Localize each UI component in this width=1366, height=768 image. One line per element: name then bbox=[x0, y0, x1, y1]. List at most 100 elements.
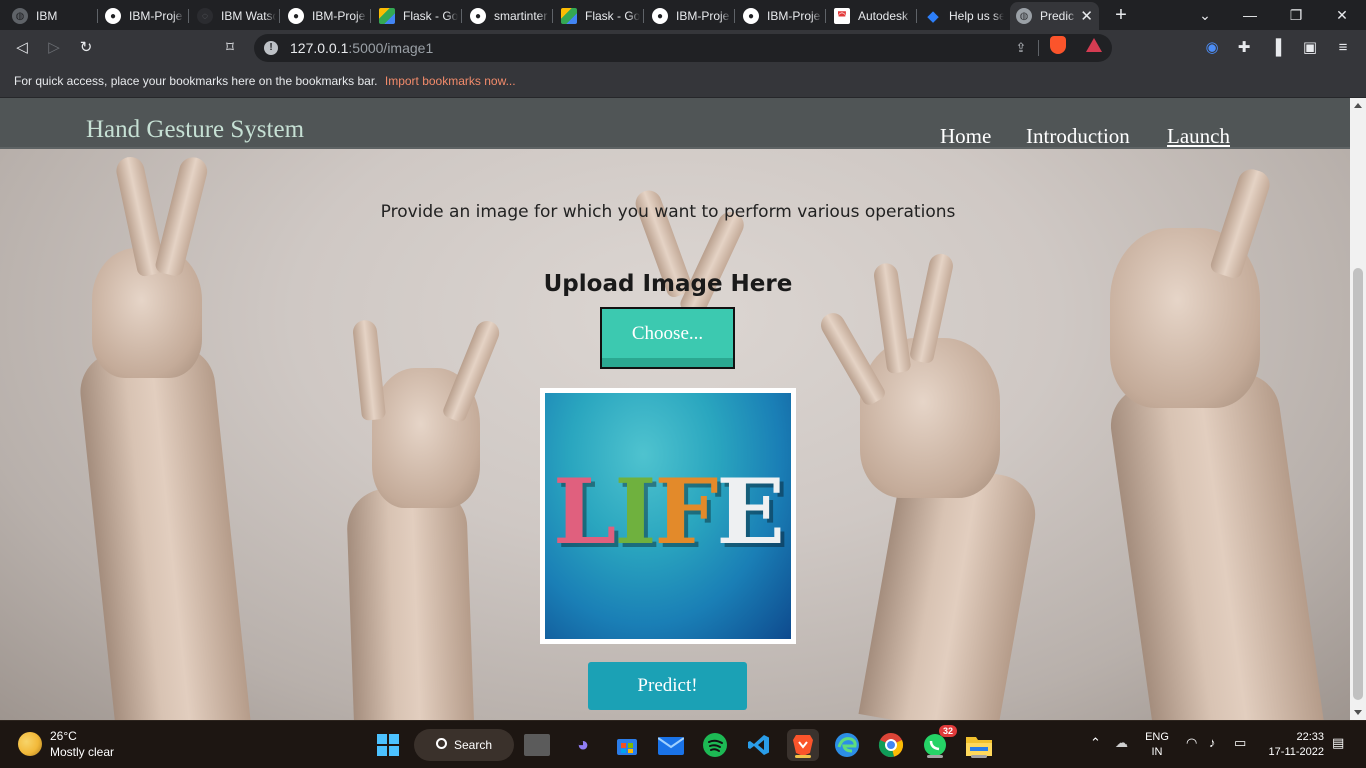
tab-title: IBM-Proje bbox=[129, 9, 183, 23]
weather-temperature[interactable]: 26°C bbox=[50, 729, 77, 743]
tab-title: IBM-Proje bbox=[676, 9, 730, 23]
tab-title: IBM-Proje bbox=[767, 9, 821, 23]
back-button[interactable]: ◁ bbox=[11, 37, 33, 59]
close-window-button[interactable]: ✕ bbox=[1326, 3, 1358, 27]
weather-moon-icon[interactable] bbox=[18, 732, 42, 756]
tab-github-1[interactable]: ● IBM-Proje bbox=[99, 2, 190, 30]
globe-icon: ◍ bbox=[12, 8, 28, 24]
scroll-down-arrow-icon[interactable] bbox=[1354, 710, 1362, 715]
show-hidden-icons-chevron-icon[interactable]: ⌃ bbox=[1090, 735, 1101, 751]
sidebar-icon[interactable]: ▐ bbox=[1265, 37, 1287, 59]
predict-button[interactable]: Predict! bbox=[588, 662, 747, 710]
choose-file-button[interactable]: Choose... bbox=[600, 307, 735, 369]
tab-title: IBM Watso bbox=[221, 9, 276, 23]
edge-icon[interactable] bbox=[831, 729, 863, 761]
restore-button[interactable]: ❐ bbox=[1280, 3, 1312, 27]
windows-logo-icon bbox=[377, 734, 399, 756]
tab-help[interactable]: ◆ Help us se bbox=[919, 2, 1010, 30]
tab-predict-active[interactable]: ◍ Predic ✕ bbox=[1010, 2, 1099, 30]
whatsapp-icon[interactable]: 32 bbox=[919, 725, 957, 761]
tab-watson[interactable]: ◌ IBM Watso bbox=[191, 2, 282, 30]
upload-title: Upload Image Here bbox=[543, 271, 793, 297]
tab-separator bbox=[97, 9, 98, 23]
bookmarks-message: For quick access, place your bookmarks h… bbox=[14, 74, 378, 88]
wallet-icon[interactable]: ▣ bbox=[1299, 37, 1321, 59]
extensions-icon[interactable]: ✚ bbox=[1233, 37, 1255, 59]
diamond-icon: ◆ bbox=[927, 8, 939, 25]
chrome-icon[interactable] bbox=[875, 729, 907, 761]
onedrive-offline-icon[interactable]: ☁ bbox=[1115, 735, 1128, 751]
tab-autodesk[interactable]: ◚ Autodesk bbox=[828, 2, 919, 30]
clock-time: 22:33 bbox=[1296, 731, 1324, 743]
google-drive-icon bbox=[379, 8, 395, 24]
windows-taskbar: 26°C Mostly clear Search ◕ 32 ⌃ ☁ ENG IN… bbox=[0, 720, 1366, 768]
new-tab-button[interactable]: + bbox=[1111, 4, 1131, 26]
tab-separator bbox=[552, 9, 553, 23]
github-icon: ● bbox=[652, 8, 668, 24]
brave-shields-icon[interactable] bbox=[1050, 36, 1066, 54]
wifi-icon[interactable]: ◠ bbox=[1186, 735, 1197, 751]
scrollbar-thumb[interactable] bbox=[1353, 268, 1363, 700]
github-icon: ● bbox=[288, 8, 304, 24]
site-brand[interactable]: Hand Gesture System bbox=[86, 116, 304, 144]
bookmark-icon[interactable]: ⌑ bbox=[219, 37, 241, 59]
preview-image: LIFE bbox=[545, 393, 791, 639]
tab-title: Flask - Go bbox=[403, 9, 458, 23]
tab-github-5[interactable]: ● IBM-Proje bbox=[737, 2, 828, 30]
nav-home-link[interactable]: Home bbox=[940, 124, 991, 149]
scroll-up-arrow-icon[interactable] bbox=[1354, 103, 1362, 108]
search-icon bbox=[436, 738, 447, 749]
spotify-icon[interactable] bbox=[699, 729, 731, 761]
language-indicator[interactable]: ENG IN bbox=[1143, 730, 1171, 760]
reload-button[interactable]: ↻ bbox=[75, 37, 97, 59]
tab-title: Flask - Go bbox=[585, 9, 640, 23]
divider bbox=[1038, 40, 1039, 56]
brave-browser-icon[interactable] bbox=[787, 729, 819, 761]
page-scrollbar[interactable] bbox=[1350, 98, 1366, 720]
file-explorer-icon[interactable] bbox=[963, 729, 995, 761]
uploaded-image-preview: LIFE bbox=[540, 388, 796, 644]
vscode-icon[interactable] bbox=[743, 729, 775, 761]
tab-ibm[interactable]: ◍ IBM bbox=[6, 2, 97, 30]
menu-icon[interactable]: ≡ bbox=[1332, 37, 1354, 59]
vpn-icon[interactable]: ◉ bbox=[1201, 37, 1223, 59]
site-navbar: Hand Gesture System Home Introduction La… bbox=[0, 98, 1350, 149]
tab-github-4[interactable]: ● IBM-Proje bbox=[646, 2, 737, 30]
tab-separator bbox=[734, 9, 735, 23]
start-button[interactable] bbox=[372, 729, 404, 761]
site-info-icon[interactable]: ! bbox=[264, 41, 278, 55]
battery-icon[interactable]: ▭ bbox=[1234, 735, 1246, 751]
tab-separator bbox=[279, 9, 280, 23]
forward-button[interactable]: ▷ bbox=[43, 37, 65, 59]
system-clock[interactable]: 22:33 17-11-2022 bbox=[1262, 730, 1324, 760]
nav-introduction-link[interactable]: Introduction bbox=[1026, 124, 1130, 149]
active-indicator bbox=[927, 755, 943, 758]
autodesk-icon: ◚ bbox=[834, 8, 850, 24]
google-drive-icon bbox=[561, 8, 577, 24]
taskbar-search[interactable]: Search bbox=[414, 729, 514, 761]
tab-title: Predic bbox=[1040, 9, 1075, 23]
weather-description[interactable]: Mostly clear bbox=[50, 745, 114, 759]
brave-rewards-icon[interactable] bbox=[1086, 38, 1102, 52]
close-tab-icon[interactable]: ✕ bbox=[1080, 7, 1093, 25]
nav-launch-link[interactable]: Launch bbox=[1167, 124, 1230, 149]
import-bookmarks-link[interactable]: Import bookmarks now... bbox=[385, 74, 516, 88]
tab-github-2[interactable]: ● IBM-Proje bbox=[282, 2, 373, 30]
minimize-button[interactable]: — bbox=[1234, 3, 1266, 27]
tab-drive-1[interactable]: Flask - Go bbox=[373, 2, 464, 30]
tab-github-3[interactable]: ● smartinter bbox=[464, 2, 555, 30]
github-icon: ● bbox=[743, 8, 759, 24]
mail-icon[interactable] bbox=[655, 729, 687, 761]
task-view-icon[interactable] bbox=[524, 734, 550, 756]
share-icon[interactable]: ⇪ bbox=[1012, 40, 1030, 56]
notifications-icon[interactable]: ▤ bbox=[1332, 735, 1344, 751]
address-bar[interactable]: ! 127.0.0.1:5000/image1 ⇪ bbox=[254, 34, 1112, 62]
teams-chat-icon[interactable]: ◕ bbox=[567, 729, 599, 761]
active-indicator bbox=[795, 755, 811, 758]
tab-separator bbox=[461, 9, 462, 23]
tab-search-chevron-icon[interactable]: ⌄ bbox=[1189, 3, 1221, 27]
tab-drive-2[interactable]: Flask - Go bbox=[555, 2, 646, 30]
watson-icon: ◌ bbox=[197, 8, 213, 24]
microsoft-store-icon[interactable] bbox=[611, 729, 643, 761]
volume-icon[interactable]: ♪ bbox=[1209, 735, 1216, 750]
